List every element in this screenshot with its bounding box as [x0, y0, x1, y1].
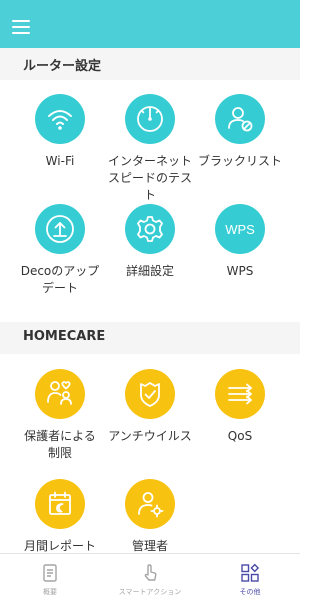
wps-label: WPS	[226, 264, 254, 278]
nav-more[interactable]: その他	[200, 554, 300, 600]
wps-icon: WPS	[215, 204, 265, 254]
nav-overview-label: 概要	[43, 588, 57, 596]
top-bar	[0, 0, 300, 48]
homecare-title: HOMECARE	[23, 329, 106, 344]
antivirus-tile[interactable]: アンチウイルス	[105, 369, 195, 445]
admin-tile[interactable]: 管理者	[105, 479, 195, 555]
speedometer-icon	[125, 94, 175, 144]
tap-hand-icon	[144, 564, 157, 581]
wifi-icon	[35, 94, 85, 144]
router-settings-title: ルーター設定	[23, 59, 102, 74]
gear-icon	[125, 204, 175, 254]
nav-smart-actions-label: スマートアクション	[118, 588, 182, 596]
nav-more-label: その他	[239, 588, 261, 596]
blocked-user-icon	[215, 94, 265, 144]
antivirus-label: アンチウイルス	[108, 429, 192, 443]
nav-overview[interactable]: 概要	[0, 554, 100, 600]
user-gear-icon	[125, 479, 175, 529]
wifi-tile[interactable]: Wi-Fi	[15, 94, 105, 170]
upload-icon	[35, 204, 85, 254]
blacklist-tile[interactable]: ブラックリスト	[195, 94, 285, 170]
priority-arrows-icon	[215, 369, 265, 419]
document-icon	[43, 564, 57, 582]
monthly-report-tile[interactable]: 月間レポート	[15, 479, 105, 555]
speed-test-tile[interactable]: インターネット スピードのテスト	[105, 94, 195, 204]
qos-tile[interactable]: QoS	[195, 369, 285, 445]
parental-controls-tile[interactable]: 保護者による 制限	[15, 369, 105, 462]
family-icon	[35, 369, 85, 419]
menu-icon[interactable]	[12, 20, 30, 34]
nav-smart-actions[interactable]: スマートアクション	[100, 554, 200, 600]
shield-icon	[125, 369, 175, 419]
deco-update-label: Decoのアップ デート	[20, 264, 100, 295]
advanced-settings-tile[interactable]: 詳細設定	[105, 204, 195, 280]
advanced-settings-label: 詳細設定	[125, 264, 174, 278]
parental-controls-label: 保護者による 制限	[24, 429, 96, 460]
homecare-header: HOMECARE	[0, 322, 300, 354]
blacklist-label: ブラックリスト	[197, 154, 282, 168]
bottom-navigation: 概要 スマートアクション その他	[0, 553, 300, 600]
qos-label: QoS	[227, 429, 253, 443]
svg-text:WPS: WPS	[225, 222, 255, 237]
calendar-icon	[35, 479, 85, 529]
wifi-label: Wi-Fi	[45, 154, 75, 168]
deco-update-tile[interactable]: Decoのアップ デート	[15, 204, 105, 297]
router-settings-header: ルーター設定	[0, 48, 300, 80]
wps-tile[interactable]: WPS WPS	[195, 204, 285, 280]
grid-icon	[241, 563, 260, 582]
speed-test-label: インターネット スピードのテスト	[107, 154, 192, 202]
